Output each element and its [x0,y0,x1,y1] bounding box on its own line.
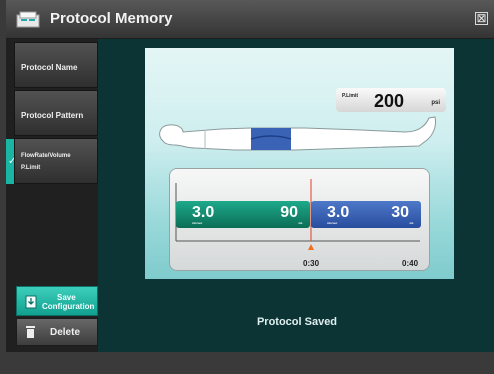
phase-2-rate-unit: mL/sec [327,221,338,225]
save-icon [25,295,37,309]
patient-silhouette-icon [159,116,436,151]
save-configuration-button[interactable]: Save Configuration [16,286,98,316]
phase-2-block[interactable]: 3.0 mL/sec 30 mL [311,201,421,228]
phase-1-block[interactable]: 3.0 mL/sec 90 mL [176,201,310,228]
phase-1-flow-rate: 3.0 [192,204,215,221]
phase-2-volume: 30 [391,204,409,221]
title-bar: Protocol Memory ⊠ [6,0,494,39]
delete-button[interactable]: Delete [16,318,98,346]
sidebar-item-label-plimit: P.Limit [21,165,41,171]
phase-1-volume-unit: mL [298,221,304,225]
phase-1-rate-unit: mL/sec [192,221,203,225]
sidebar-item-label: Protocol Pattern [21,111,84,120]
plimit-value: 200 [374,91,405,111]
time-mark-1: 0:30 [303,259,320,268]
save-label: Save [57,293,76,302]
time-mark-2: 0:40 [402,259,419,268]
sidebar-item-label: Protocol Name [21,63,78,72]
phase-1-volume: 90 [280,204,298,221]
delete-label: Delete [50,327,81,338]
sidebar-item-protocol-name[interactable]: Protocol Name [14,42,98,88]
plimit-label: P.Limit [342,93,359,99]
phase-2-flow-rate: 3.0 [327,204,350,221]
configuration-label: Configuration [42,302,95,311]
protocol-memory-icon [16,11,40,28]
sidebar-item-flowrate-plimit[interactable]: FlowRate/Volume P.Limit [14,138,98,184]
status-message: Protocol Saved [256,316,338,328]
plimit-unit: psi [431,100,440,106]
phase-2-volume-unit: mL [409,221,415,225]
sidebar-item-protocol-pattern[interactable]: Protocol Pattern [14,90,98,136]
close-button[interactable]: ⊠ [475,12,488,25]
trash-icon [26,326,35,338]
sidebar-item-label-flowrate: FlowRate/Volume [21,153,71,159]
plimit-indicator[interactable]: P.Limit 200 psi [336,88,446,112]
window-title: Protocol Memory [50,10,173,27]
